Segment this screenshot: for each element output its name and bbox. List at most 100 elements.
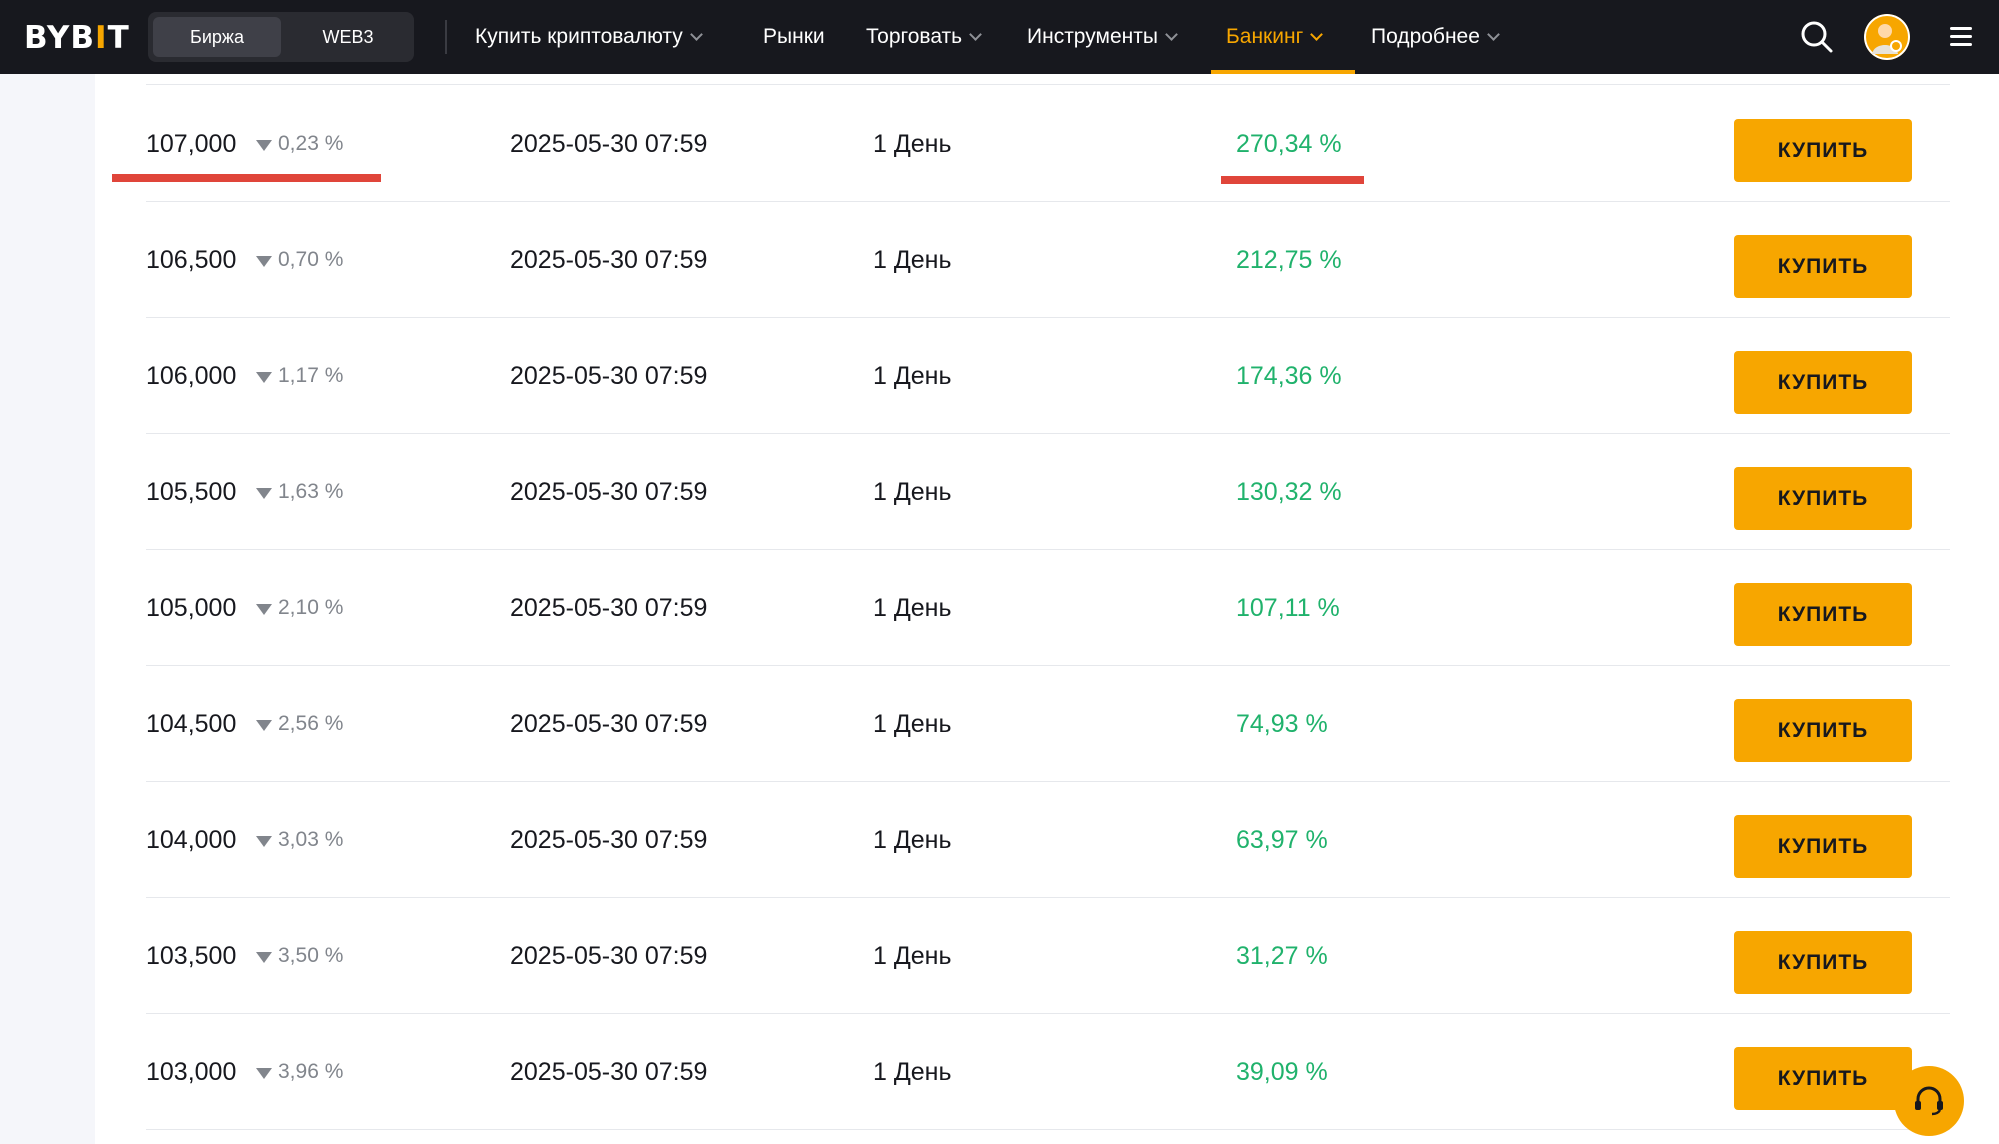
duration: 1 День	[873, 710, 952, 738]
nav-markets[interactable]: Рынки	[763, 0, 825, 74]
triangle-down-icon	[256, 951, 272, 963]
change-value: 1,63 %	[278, 480, 344, 503]
table-row: 104,000 3,03 % 2025-05-30 07:59 1 День 6…	[146, 782, 1950, 898]
price-change: 0,70 %	[256, 202, 343, 318]
triangle-down-icon	[256, 139, 272, 151]
expiry-date: 2025-05-30 07:59	[510, 1058, 708, 1086]
price-change: 3,50 %	[256, 898, 343, 1014]
chevron-down-icon	[1310, 27, 1324, 41]
triangle-down-icon	[256, 1067, 272, 1079]
strike-price: 105,500	[146, 478, 237, 506]
buy-button[interactable]: КУПИТЬ	[1734, 931, 1912, 994]
apr-value: 174,36 %	[1236, 362, 1342, 390]
strike-price: 106,000	[146, 362, 237, 390]
triangle-down-icon	[256, 371, 272, 383]
apr-value: 63,97 %	[1236, 826, 1328, 854]
nav-banking[interactable]: Банкинг	[1226, 0, 1324, 74]
price-change: 1,63 %	[256, 434, 343, 550]
change-value: 0,70 %	[278, 248, 344, 271]
user-avatar-icon[interactable]	[1864, 14, 1910, 60]
table-row: 106,000 1,17 % 2025-05-30 07:59 1 День 1…	[146, 318, 1950, 434]
apr-value: 130,32 %	[1236, 478, 1342, 506]
bybit-logo[interactable]: BYB I T	[24, 20, 130, 56]
switch-web3[interactable]: WEB3	[286, 17, 410, 57]
strike-price: 107,000	[146, 130, 237, 158]
table-row: 103,500 3,50 % 2025-05-30 07:59 1 День 3…	[146, 898, 1950, 1014]
strike-price: 104,000	[146, 826, 237, 854]
annotation-underline-apr	[1221, 176, 1364, 184]
table-row: 105,500 1,63 % 2025-05-30 07:59 1 День 1…	[146, 434, 1950, 550]
headset-icon[interactable]	[1894, 1066, 1964, 1136]
strike-price: 104,500	[146, 710, 237, 738]
duration: 1 День	[873, 362, 952, 390]
apr-value: 270,34 %	[1236, 130, 1342, 158]
hamburger-menu-icon[interactable]	[1946, 24, 1976, 50]
apr-value: 212,75 %	[1236, 246, 1342, 274]
apr-value: 74,93 %	[1236, 710, 1328, 738]
buy-button[interactable]: КУПИТЬ	[1734, 583, 1912, 646]
buy-button[interactable]: КУПИТЬ	[1734, 467, 1912, 530]
header-divider	[445, 20, 447, 54]
nav-buy-crypto[interactable]: Купить криптовалюту	[475, 0, 703, 74]
expiry-date: 2025-05-30 07:59	[510, 478, 708, 506]
duration: 1 День	[873, 826, 952, 854]
apr-value: 31,27 %	[1236, 942, 1328, 970]
expiry-date: 2025-05-30 07:59	[510, 826, 708, 854]
strike-price: 106,500	[146, 246, 237, 274]
expiry-date: 2025-05-30 07:59	[510, 130, 708, 158]
apr-value: 39,09 %	[1236, 1058, 1328, 1086]
table-top-divider	[146, 84, 1950, 85]
table-row: 103,000 3,96 % 2025-05-30 07:59 1 День 3…	[146, 1014, 1950, 1130]
change-value: 3,50 %	[278, 944, 344, 967]
table-row: 107,000 0,23 % 2025-05-30 07:59 1 День 2…	[146, 86, 1950, 202]
triangle-down-icon	[256, 603, 272, 615]
duration: 1 День	[873, 246, 952, 274]
triangle-down-icon	[256, 255, 272, 267]
apr-value: 107,11 %	[1236, 594, 1340, 622]
nav-label: Банкинг	[1226, 25, 1304, 48]
duration: 1 День	[873, 594, 952, 622]
duration: 1 День	[873, 478, 952, 506]
nav-label: Подробнее	[1371, 25, 1480, 48]
nav-label: Купить криптовалюту	[475, 25, 683, 48]
buy-button[interactable]: КУПИТЬ	[1734, 351, 1912, 414]
chevron-down-icon	[1487, 27, 1500, 41]
nav-trade[interactable]: Торговать	[866, 0, 982, 74]
buy-button[interactable]: КУПИТЬ	[1734, 815, 1912, 878]
price-change: 3,96 %	[256, 1014, 343, 1130]
search-icon[interactable]	[1797, 17, 1837, 57]
expiry-date: 2025-05-30 07:59	[510, 362, 708, 390]
expiry-date: 2025-05-30 07:59	[510, 246, 708, 274]
duration: 1 День	[873, 942, 952, 970]
change-value: 2,56 %	[278, 712, 344, 735]
buy-button[interactable]: КУПИТЬ	[1734, 699, 1912, 762]
chevron-down-icon	[689, 27, 703, 41]
nav-label: Рынки	[763, 25, 825, 48]
change-value: 3,03 %	[278, 828, 344, 851]
logo-text: BYB	[24, 20, 96, 56]
table-row: 104,500 2,56 % 2025-05-30 07:59 1 День 7…	[146, 666, 1950, 782]
top-navigation-bar: BYB I T Биржа WEB3 Купить криптовалюту Рын…	[0, 0, 1999, 74]
buy-button[interactable]: КУПИТЬ	[1734, 119, 1912, 182]
nav-tools[interactable]: Инструменты	[1027, 0, 1178, 74]
nav-more[interactable]: Подробнее	[1371, 0, 1500, 74]
chevron-down-icon	[969, 27, 982, 41]
buy-button[interactable]: КУПИТЬ	[1734, 235, 1912, 298]
strike-price: 105,000	[146, 594, 237, 622]
active-nav-indicator	[1211, 70, 1355, 74]
strike-price: 103,000	[146, 1058, 237, 1086]
change-value: 3,96 %	[278, 1060, 344, 1083]
exchange-web3-switch: Биржа WEB3	[148, 12, 414, 62]
price-change: 1,17 %	[256, 318, 343, 434]
duration: 1 День	[873, 1058, 952, 1086]
price-change: 2,10 %	[256, 550, 343, 666]
chevron-down-icon	[1165, 27, 1178, 41]
switch-exchange[interactable]: Биржа	[153, 17, 281, 57]
logo-tail: T	[107, 20, 130, 56]
change-value: 0,23 %	[278, 132, 344, 155]
price-change: 0,23 %	[256, 86, 343, 202]
buy-button[interactable]: КУПИТЬ	[1734, 1047, 1912, 1110]
duration: 1 День	[873, 130, 952, 158]
nav-label: Торговать	[866, 25, 963, 48]
price-change: 3,03 %	[256, 782, 343, 898]
